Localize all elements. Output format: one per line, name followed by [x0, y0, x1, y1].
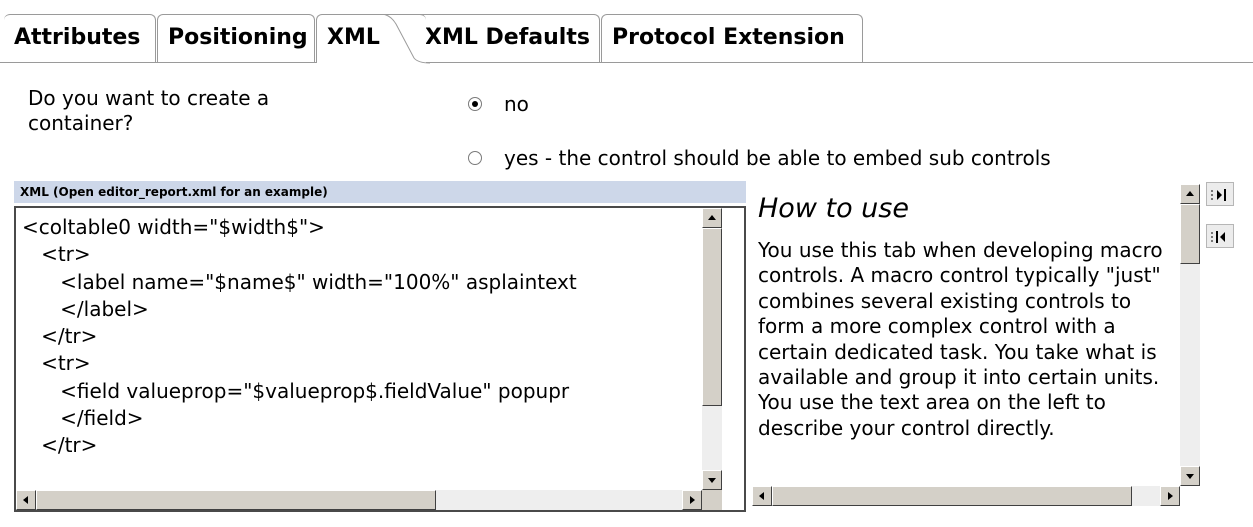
xml-editor-caption: XML (Open editor_report.xml for an examp…: [14, 181, 746, 203]
xml-line: <coltable0 width="$width$">: [22, 215, 325, 239]
scrollbar-corner: [702, 490, 722, 510]
scroll-up-button[interactable]: [702, 208, 722, 228]
scroll-down-button[interactable]: [702, 470, 722, 490]
tab-baseline: [0, 62, 1253, 63]
help-vertical-scrollbar[interactable]: [1180, 184, 1200, 486]
xml-line: </tr>: [22, 324, 98, 349]
scroll-left-button[interactable]: [16, 490, 36, 510]
help-scroll-right-button[interactable]: [1160, 486, 1180, 506]
xml-line: <field valueprop="$valueprop$.fieldValue…: [22, 378, 570, 403]
radio-option-no[interactable]: no: [468, 92, 529, 116]
tab-attributes[interactable]: Attributes: [4, 14, 156, 62]
expand-right-button[interactable]: [1206, 182, 1234, 206]
scroll-right-button[interactable]: [682, 490, 702, 510]
xml-line: </label>: [22, 296, 149, 321]
radio-yes-button[interactable]: [468, 151, 482, 165]
tab-protocol-extension[interactable]: Protocol Extension: [601, 14, 863, 62]
help-scroll-down-button[interactable]: [1180, 466, 1200, 486]
xml-line: </field>: [22, 406, 144, 431]
tab-positioning[interactable]: Positioning: [157, 14, 315, 62]
tab-strip: Attributes Positioning XML XML Defaults …: [0, 0, 1253, 64]
radio-no-label: no: [504, 92, 529, 116]
tab-xml-edge: [380, 14, 430, 64]
xml-editor-text[interactable]: <coltable0 width="$width$"> <tr> <label …: [22, 214, 692, 482]
radio-yes-label: yes - the control should be able to embe…: [504, 146, 1051, 170]
xml-horizontal-thumb[interactable]: [36, 490, 436, 510]
help-scroll-left-button[interactable]: [752, 486, 772, 506]
help-title: How to use: [758, 193, 909, 224]
help-scroll-up-button[interactable]: [1180, 184, 1200, 204]
tab-xml-defaults[interactable]: XML Defaults: [412, 14, 600, 62]
help-panel: How to use You use this tab when develop…: [752, 184, 1184, 514]
radio-no-button[interactable]: [468, 97, 482, 111]
xml-line: <tr>: [22, 351, 91, 376]
xml-horizontal-scrollbar[interactable]: [16, 490, 702, 510]
collapse-left-button[interactable]: [1206, 224, 1234, 248]
container-question-label: Do you want to create a container?: [28, 86, 270, 135]
expand-right-icon: [1211, 189, 1226, 201]
help-body: You use this tab when developing macro c…: [758, 238, 1163, 440]
xml-vertical-scrollbar[interactable]: [702, 208, 722, 490]
help-horizontal-scrollbar[interactable]: [752, 486, 1180, 506]
collapse-left-icon: [1211, 231, 1225, 243]
xml-line: <label name="$name$" width="100%" asplai…: [22, 269, 577, 294]
help-horizontal-thumb[interactable]: [772, 486, 1132, 506]
xml-vertical-thumb[interactable]: [702, 228, 722, 406]
xml-line: <tr>: [22, 242, 91, 267]
help-vertical-thumb[interactable]: [1180, 204, 1200, 264]
xml-line: </tr>: [22, 433, 98, 458]
radio-option-yes[interactable]: yes - the control should be able to embe…: [468, 146, 1051, 170]
xml-editor[interactable]: <coltable0 width="$width$"> <tr> <label …: [14, 206, 746, 512]
